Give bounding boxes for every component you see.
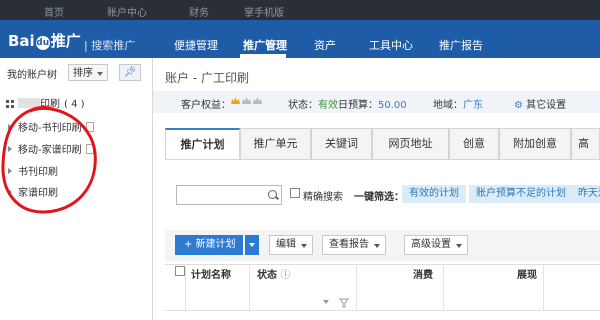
- filter-pill-yesterday[interactable]: 昨天消: [571, 185, 600, 203]
- quick-filter-label: 一键筛选：: [354, 192, 404, 203]
- region-field: 地域：广东: [433, 100, 483, 111]
- column-header-plan-name[interactable]: 计划名称: [191, 266, 231, 281]
- grid-icon: [6, 100, 14, 108]
- tab-more[interactable]: 高: [571, 128, 600, 160]
- nav-promotion-report[interactable]: 推广报告: [439, 37, 483, 53]
- select-all-checkbox[interactable]: [175, 266, 185, 276]
- other-settings-link[interactable]: ⚙ 其它设置: [514, 96, 566, 111]
- baidu-logo[interactable]: Bai du 推广: [8, 30, 81, 51]
- expand-arrow-icon[interactable]: [8, 124, 12, 130]
- search-icon[interactable]: [268, 190, 277, 199]
- main-content: 账户 - 广工印刷 客户权益： 状态：有效 日预算：50.00 地域：广东 ⚙ …: [153, 58, 600, 320]
- table-row-divider: [165, 310, 600, 311]
- tree-item-mobile-genealogy[interactable]: 移动-家谱印刷: [8, 141, 94, 156]
- column-divider: [443, 264, 444, 310]
- filter-pill-active-plans[interactable]: 有效的计划: [402, 185, 466, 203]
- crown-gray-icon: [253, 97, 262, 104]
- tab-divider: [165, 159, 600, 160]
- top-utility-bar: 首页 账户中心 财务 掌手机版: [0, 0, 600, 20]
- view-report-dropdown[interactable]: 查看报告: [322, 235, 386, 255]
- column-divider: [249, 264, 250, 310]
- topbar-link-mobile[interactable]: 掌手机版: [244, 4, 284, 19]
- topbar-link-home[interactable]: 首页: [44, 4, 64, 19]
- nav-tool-center[interactable]: 工具中心: [369, 37, 413, 53]
- paw-icon: du: [35, 36, 50, 50]
- tree-item-book[interactable]: 书刊印刷: [8, 163, 58, 178]
- document-icon: [85, 122, 94, 132]
- main-header: Bai du 推广 | 搜索推广 便捷管理 推广管理 资产 工具中心 推广报告: [0, 20, 600, 58]
- column-divider: [185, 264, 186, 310]
- product-name: | 搜索推广: [84, 39, 136, 52]
- crown-gray-icon: [242, 97, 251, 104]
- filter-pill-budget-insufficient[interactable]: 账户预算不足的计划: [469, 185, 573, 203]
- tab-creative[interactable]: 创意: [449, 128, 499, 160]
- advanced-settings-dropdown[interactable]: 高级设置: [404, 235, 468, 255]
- tab-extra-creative[interactable]: 附加创意: [499, 128, 571, 160]
- column-divider: [356, 264, 357, 310]
- column-header-impressions[interactable]: 展现: [517, 266, 537, 281]
- nav-promotion-manage[interactable]: 推广管理: [243, 37, 287, 53]
- redacted-name: [18, 98, 40, 108]
- tree-item-genealogy[interactable]: 家谱印刷: [8, 184, 58, 199]
- sidebar-title: 我的账户树: [7, 70, 57, 81]
- topbar-link-account-center[interactable]: 账户中心: [107, 4, 147, 19]
- crown-gold-icon: [231, 97, 240, 104]
- account-tree-sidebar: 我的账户树 排序 📌︎ 印刷( 4 ) 移动-书刊印刷 移动-家谱印刷 书刊印刷…: [0, 58, 153, 320]
- status-field: 状态：有效: [288, 100, 338, 111]
- region-value[interactable]: 广东: [463, 100, 483, 111]
- column-header-status[interactable]: 状态 ⓘ: [257, 266, 290, 281]
- edit-dropdown[interactable]: 编辑: [269, 235, 313, 255]
- column-divider: [543, 264, 544, 310]
- gear-icon: ⚙: [514, 100, 523, 111]
- new-plan-button[interactable]: + 新建计划: [175, 235, 243, 255]
- tab-campaign[interactable]: 推广计划: [165, 128, 240, 160]
- budget-field: 日预算：50.00: [338, 100, 407, 111]
- help-icon[interactable]: ⓘ: [280, 270, 290, 281]
- filter-funnel-icons[interactable]: [322, 298, 352, 308]
- exact-search-label: 精确搜索: [303, 192, 343, 203]
- equity-label: 客户权益：: [181, 100, 231, 111]
- nav-assets[interactable]: 资产: [314, 37, 336, 53]
- pin-icon: 📌︎: [123, 67, 137, 78]
- expand-arrow-icon[interactable]: [8, 168, 12, 174]
- tab-webpage-url[interactable]: 网页地址: [372, 128, 449, 160]
- expand-arrow-icon[interactable]: [8, 189, 12, 195]
- exact-search-checkbox[interactable]: [290, 188, 300, 198]
- tab-keywords[interactable]: 关键词: [311, 128, 372, 160]
- account-root[interactable]: 印刷( 4 ): [6, 95, 85, 110]
- search-input[interactable]: [176, 185, 282, 205]
- column-header-spend[interactable]: 消费: [413, 266, 433, 281]
- budget-value[interactable]: 50.00: [378, 100, 407, 111]
- sort-dropdown[interactable]: 排序: [68, 64, 108, 81]
- document-icon: [85, 144, 94, 154]
- nav-quick-manage[interactable]: 便捷管理: [174, 37, 218, 53]
- pin-button[interactable]: 📌︎: [119, 64, 141, 81]
- new-plan-dropdown[interactable]: [245, 235, 259, 255]
- caret-down-icon: [97, 72, 103, 76]
- tree-item-mobile-book[interactable]: 移动-书刊印刷: [8, 119, 94, 134]
- topbar-link-finance[interactable]: 财务: [189, 4, 209, 19]
- tab-adgroup[interactable]: 推广单元: [240, 128, 311, 160]
- breadcrumb: 账户 - 广工印刷: [165, 71, 249, 85]
- equity-crowns: [229, 96, 262, 107]
- expand-arrow-icon[interactable]: [8, 146, 12, 152]
